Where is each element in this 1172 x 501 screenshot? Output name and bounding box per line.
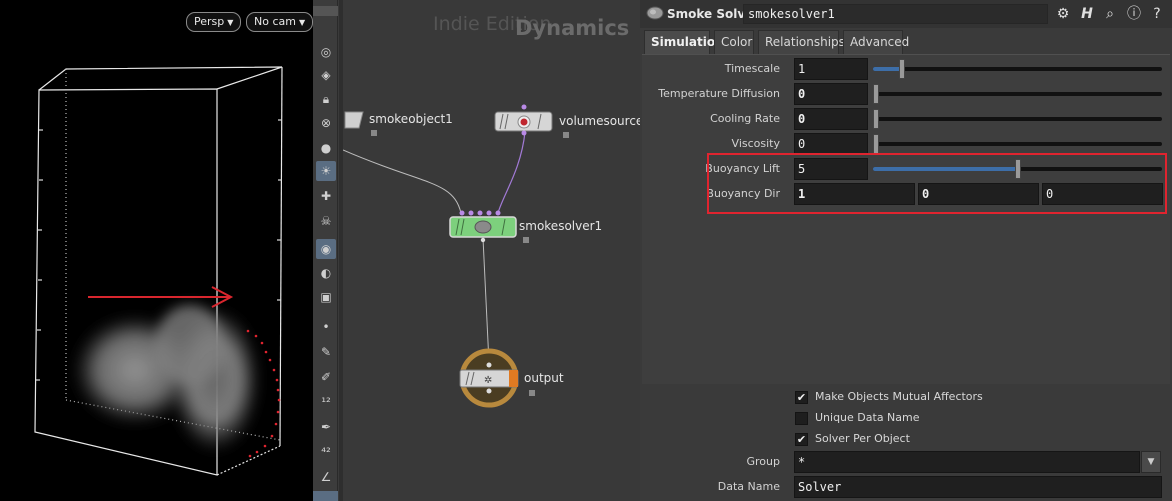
timescale-slider[interactable] bbox=[873, 59, 1162, 79]
viscosity-label: Viscosity bbox=[731, 137, 780, 150]
brush-icon[interactable]: ✎ bbox=[316, 342, 336, 362]
tab-color[interactable]: Color bbox=[714, 30, 754, 54]
cooling-rate-field[interactable]: 0 bbox=[794, 108, 868, 130]
buoyancy-highlight-box bbox=[707, 153, 1167, 214]
solver-options-section: ✔ Make Objects Mutual Affectors Unique D… bbox=[640, 385, 1172, 501]
dot-icon[interactable]: • bbox=[316, 317, 336, 337]
paint-icon[interactable]: ✒ bbox=[316, 417, 336, 437]
number-42-icon[interactable]: ⁴² bbox=[316, 442, 336, 462]
smoke-solver-icon bbox=[646, 6, 664, 20]
network-editor[interactable]: Indie Edition Dynamics ✲ smokeobject1 vo… bbox=[343, 0, 640, 501]
timescale-label: Timescale bbox=[724, 62, 780, 75]
perspective-label: Persp bbox=[194, 15, 225, 28]
node-smokesolver1 bbox=[449, 210, 529, 243]
camera-menu-button[interactable]: No cam ▼ bbox=[246, 12, 313, 32]
dropper-icon[interactable]: ✐ bbox=[316, 367, 336, 387]
angle-icon[interactable]: ∠ bbox=[316, 467, 336, 487]
chevron-down-icon: ▼ bbox=[1147, 457, 1155, 467]
temperature-diffusion-field[interactable]: 0 bbox=[794, 83, 868, 105]
viewport-canvas[interactable] bbox=[0, 0, 313, 501]
toolstrip-footer bbox=[313, 491, 338, 501]
node-name-field[interactable]: smokesolver1 bbox=[743, 4, 1048, 24]
camera-icon[interactable]: ▣ bbox=[316, 287, 336, 307]
point-light-icon[interactable]: ✚ bbox=[316, 186, 336, 206]
data-name-field[interactable]: Solver bbox=[794, 476, 1162, 498]
parameter-header: Smoke Solver smokesolver1 ⚙ H ⌕ ⓘ ? bbox=[640, 0, 1172, 28]
solver-per-object-checkbox[interactable]: ✔ bbox=[795, 433, 808, 446]
wire-solver-to-output bbox=[482, 237, 490, 364]
sphere-icon[interactable]: ● bbox=[316, 138, 336, 158]
solver-per-object-label: Solver Per Object bbox=[815, 432, 910, 445]
timescale-field[interactable]: 1 bbox=[794, 58, 868, 80]
cancel-icon[interactable]: ⊗ bbox=[316, 113, 336, 133]
info-icon[interactable]: ⓘ bbox=[1125, 5, 1143, 23]
view-icon[interactable]: ◎ bbox=[316, 42, 336, 62]
node-label-smokeobject1[interactable]: smokeobject1 bbox=[369, 112, 453, 126]
eye-icon[interactable]: ◐ bbox=[316, 263, 336, 283]
buoyancy-arrow bbox=[88, 286, 234, 308]
group-label: Group bbox=[746, 455, 781, 468]
node-label-volumesource1[interactable]: volumesource1 bbox=[559, 114, 640, 128]
cooling-rate-slider[interactable] bbox=[873, 109, 1162, 129]
wire-smokeobject-to-solver bbox=[343, 149, 462, 214]
gear-icon[interactable]: ⚙ bbox=[1054, 5, 1072, 23]
network-canvas[interactable]: ✲ bbox=[343, 0, 640, 501]
help-icon[interactable]: ? bbox=[1148, 5, 1166, 23]
scene-viewport[interactable]: Persp ▼ No cam ▼ bbox=[0, 0, 313, 501]
display-icon[interactable]: ◉ bbox=[316, 239, 336, 259]
caret-down-icon: ▼ bbox=[298, 18, 306, 27]
light-bulb-icon[interactable]: ☀ bbox=[316, 161, 336, 181]
number-12-icon[interactable]: ¹² bbox=[316, 392, 336, 412]
viscosity-field[interactable]: 0 bbox=[794, 133, 868, 155]
tab-relationships[interactable]: Relationships bbox=[758, 30, 845, 54]
search-icon[interactable]: ⌕ bbox=[1101, 5, 1119, 23]
svg-text:✲: ✲ bbox=[484, 375, 492, 386]
timescale-slider-handle[interactable] bbox=[898, 59, 905, 79]
simulation-tab-body bbox=[642, 54, 1170, 384]
toolstrip-header bbox=[313, 6, 338, 16]
cooling-rate-label: Cooling Rate bbox=[710, 112, 780, 125]
wire-volumesource-to-solver bbox=[497, 131, 526, 214]
perspective-menu-button[interactable]: Persp ▼ bbox=[186, 12, 242, 32]
mutual-affectors-checkbox[interactable]: ✔ bbox=[795, 391, 808, 404]
unique-data-name-label: Unique Data Name bbox=[815, 411, 920, 424]
smoke-volume bbox=[73, 305, 260, 452]
node-label-smokesolver1[interactable]: smokesolver1 bbox=[519, 219, 602, 233]
tab-simulation[interactable]: Simulation bbox=[644, 30, 724, 54]
group-dropdown-button[interactable]: ▼ bbox=[1141, 451, 1161, 473]
tab-advanced[interactable]: Advanced bbox=[843, 30, 909, 54]
viewport-toolstrip: ◎ ◈ 🔒︎ ⊗ ● ☀ ✚ ☠ ◉ ◐ ▣ • ✎ ✐ ¹² ✒ ⁴² ∠ bbox=[313, 0, 338, 501]
select-icon[interactable]: ◈ bbox=[316, 65, 336, 85]
data-name-label: Data Name bbox=[717, 480, 780, 493]
temperature-diffusion-label: Temperature Diffusion bbox=[658, 87, 780, 100]
group-field[interactable]: * bbox=[794, 451, 1140, 473]
camera-label: No cam bbox=[254, 15, 296, 28]
viscosity-slider-handle[interactable] bbox=[873, 134, 879, 154]
unique-data-name-checkbox[interactable] bbox=[795, 412, 808, 425]
temperature-diffusion-slider[interactable] bbox=[873, 84, 1162, 104]
parameter-editor: Smoke Solver smokesolver1 ⚙ H ⌕ ⓘ ? Simu… bbox=[640, 0, 1172, 501]
lock-icon[interactable]: 🔒︎ bbox=[316, 89, 336, 109]
timescale-slider-fill bbox=[873, 67, 902, 71]
node-volumesource1 bbox=[494, 104, 569, 138]
node-label-output[interactable]: output bbox=[524, 371, 564, 385]
cooling-rate-slider-handle[interactable] bbox=[873, 109, 879, 129]
caret-down-icon: ▼ bbox=[227, 18, 234, 27]
mutual-affectors-label: Make Objects Mutual Affectors bbox=[815, 390, 983, 403]
temperature-diffusion-slider-handle[interactable] bbox=[873, 84, 879, 104]
viscosity-slider[interactable] bbox=[873, 134, 1162, 154]
skull-icon[interactable]: ☠ bbox=[316, 211, 336, 231]
help-h-icon[interactable]: H bbox=[1078, 5, 1096, 23]
